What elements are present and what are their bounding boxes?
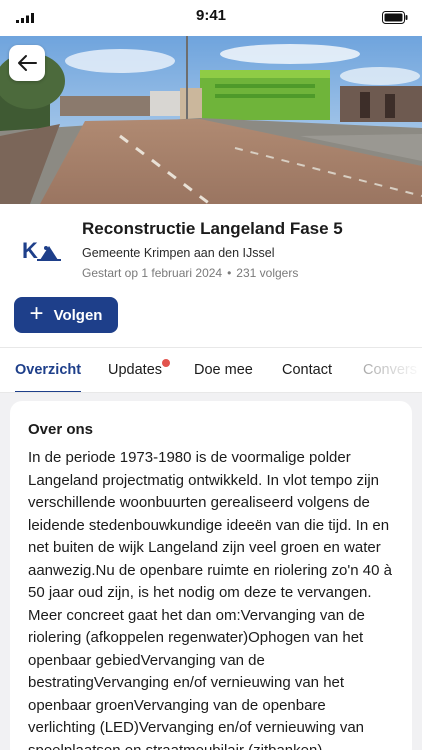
notification-badge <box>162 359 171 367</box>
status-bar: 9:41 <box>0 0 422 36</box>
about-heading: Over ons <box>28 421 94 438</box>
tab-doe-mee[interactable]: Doe mee <box>194 362 253 378</box>
back-button[interactable] <box>9 45 45 81</box>
arrow-left-icon <box>18 55 37 71</box>
follow-button-label: Volgen <box>53 306 103 324</box>
organization-logo: K <box>22 238 62 263</box>
tab-updates-label: Updates <box>108 362 163 378</box>
project-meta: Gestart op 1 februari 2024 • 231 volgers <box>82 266 298 280</box>
about-card: Over ons In de periode 1973-1980 is de v… <box>10 401 412 750</box>
svg-text:K: K <box>22 238 38 262</box>
tab-bar: Overzicht Updates Doe mee Contact Conver… <box>0 347 422 393</box>
tab-overzicht[interactable]: Overzicht <box>15 362 82 392</box>
status-time: 9:41 <box>195 7 227 24</box>
tab-contact[interactable]: Contact <box>282 362 332 378</box>
start-date: Gestart op 1 februari 2024 <box>82 266 223 280</box>
project-title: Reconstructie Langeland Fase 5 <box>82 219 343 238</box>
organization-name: Gemeente Krimpen aan den IJssel <box>82 246 275 260</box>
battery-icon <box>382 11 408 24</box>
follow-button[interactable]: + Volgen <box>14 297 118 333</box>
followers-count: 231 volgers <box>236 266 299 280</box>
about-body: In de periode 1973-1980 is de voormalige… <box>28 449 392 750</box>
tab-updates[interactable]: Updates <box>108 359 171 378</box>
meta-separator: • <box>227 266 232 280</box>
tab-conversaties[interactable]: Convers <box>363 362 417 378</box>
hero-image <box>0 36 422 204</box>
plus-icon: + <box>29 300 44 327</box>
